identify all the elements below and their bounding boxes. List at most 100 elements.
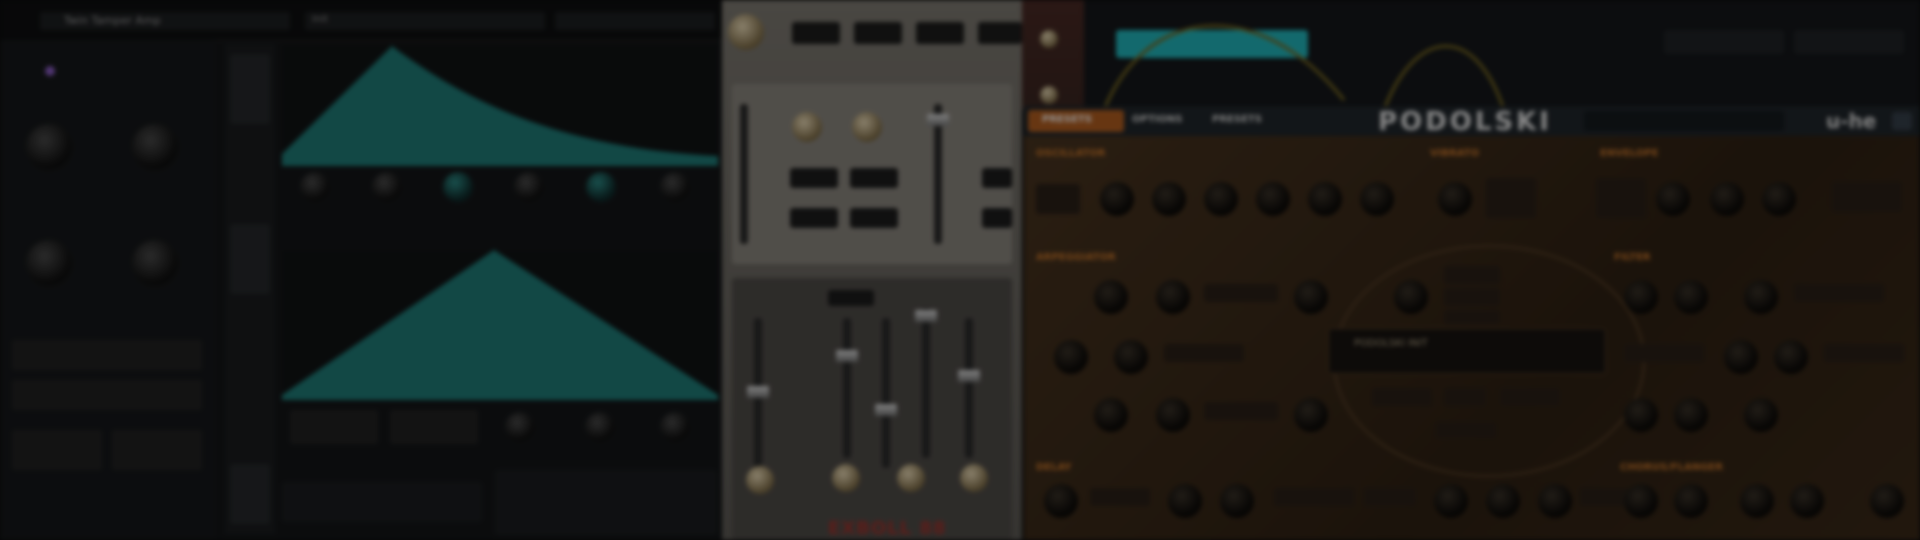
env-knob-3[interactable] [443,172,473,202]
delay-field-1[interactable] [1090,488,1150,506]
osc-knob-5[interactable] [1308,182,1342,216]
side-slider-2[interactable] [230,224,270,294]
env-mode-box[interactable] [1596,178,1646,218]
bottom-fader-2[interactable] [843,318,851,458]
arp-knob-1[interactable] [1094,280,1128,314]
env-field-2[interactable] [390,410,478,444]
bottom-knob-1[interactable] [746,466,774,494]
channel-button-4[interactable] [850,208,898,228]
side-slider-1[interactable] [230,54,270,124]
arp-field-4[interactable] [1372,388,1432,406]
delay-field-3[interactable] [1364,488,1416,506]
channel-knob-1[interactable] [792,112,822,142]
delay-field-4[interactable] [1580,488,1630,506]
delay-knob-4[interactable] [1434,484,1468,518]
arp-field-6[interactable] [1500,388,1560,406]
tab-presets-2-label[interactable]: PRESETS [1212,114,1262,125]
osc-mode-box[interactable] [1036,184,1080,214]
bottom-fader-3-cap[interactable] [875,404,897,416]
bottom-knob-2[interactable] [832,464,860,492]
arp-knob-5[interactable] [1054,340,1088,374]
channel-knob-2[interactable] [852,112,882,142]
filter-field-3[interactable] [1824,344,1904,362]
filter-knob-6[interactable] [1624,398,1658,432]
env-knob-6[interactable] [660,172,690,202]
filter-knob-5[interactable] [1774,340,1808,374]
osc-knob-6[interactable] [1360,182,1394,216]
arp-field-5[interactable] [1444,388,1486,406]
channel-button-2[interactable] [850,168,898,188]
mod-slot-2[interactable] [12,380,202,410]
arp-knob-8[interactable] [1156,398,1190,432]
chorus-knob-2[interactable] [1674,484,1708,518]
mixer-button-3[interactable] [916,22,964,44]
chorus-knob-5[interactable] [1870,484,1904,518]
preset-selector[interactable] [305,12,545,30]
mod-slot-3[interactable] [12,430,102,470]
arp-knob-6[interactable] [1114,340,1148,374]
filter-knob-7[interactable] [1674,398,1708,432]
bottom-fader-5[interactable] [965,318,973,458]
preset-browser-field[interactable] [1584,111,1784,131]
arp-knob-3[interactable] [1294,280,1328,314]
arp-step-2[interactable] [1444,288,1500,306]
env-field-1[interactable] [290,410,378,444]
arp-knob-2[interactable] [1156,280,1190,314]
arp-step-3[interactable] [1444,310,1500,324]
bottom-fader-1-cap[interactable] [747,386,769,398]
envelope-graph-2[interactable] [282,250,718,400]
delay-knob-1[interactable] [1044,484,1078,518]
osc-knob-1[interactable] [1100,182,1134,216]
knob-3[interactable] [26,240,72,286]
env-knob-1[interactable] [300,172,330,202]
chorus-knob-3[interactable] [1740,484,1774,518]
knob-1[interactable] [26,124,72,170]
channel-fader-1[interactable] [740,104,748,244]
bottom-bar-right[interactable] [495,470,717,535]
filter-knob-2[interactable] [1674,280,1708,314]
knob-4[interactable] [132,240,178,286]
filter-knob-8[interactable] [1744,398,1778,432]
delay-field-2[interactable] [1274,488,1354,506]
osc-knob-4[interactable] [1256,182,1290,216]
env-knob-9[interactable] [660,412,690,442]
bottom-fader-1[interactable] [754,318,762,488]
channel-button-3[interactable] [790,208,838,228]
arp-field-2[interactable] [1164,344,1244,362]
channel-button-1[interactable] [790,168,838,188]
mixer-button-4[interactable] [978,22,1022,44]
env-extra-box[interactable] [1832,182,1902,212]
mod-slot-4[interactable] [112,430,202,470]
delay-knob-6[interactable] [1538,484,1572,518]
filter-knob-1[interactable] [1624,280,1658,314]
env-knob-a[interactable] [1656,182,1690,216]
arp-knob-9[interactable] [1294,398,1328,432]
filter-field-2[interactable] [1624,344,1704,362]
env-knob-c[interactable] [1762,182,1796,216]
arp-field-3[interactable] [1204,402,1278,420]
arp-knob-4[interactable] [1394,280,1428,314]
osc-knob-3[interactable] [1204,182,1238,216]
side-strip-knob-1[interactable] [1040,30,1058,48]
chorus-knob-1[interactable] [1624,484,1658,518]
mixer-main-knob[interactable] [728,14,764,50]
envelope-graph-1[interactable] [282,44,718,166]
bottom-fader-4[interactable] [922,308,930,458]
mixer-button-1[interactable] [792,22,840,44]
delay-knob-3[interactable] [1220,484,1254,518]
bottom-fader-4-cap[interactable] [915,310,937,322]
bottom-fader-5-cap[interactable] [958,370,980,382]
bg-switch-1[interactable] [1664,30,1784,54]
bottom-knob-3[interactable] [897,464,925,492]
knob-2[interactable] [132,124,178,170]
bottom-knob-4[interactable] [960,464,988,492]
env-knob-2[interactable] [372,172,402,202]
lfo-knob-1[interactable] [1438,182,1472,216]
env-knob-5[interactable] [586,172,616,202]
env-knob-8[interactable] [585,412,615,442]
arp-field-1[interactable] [1204,284,1278,302]
env-knob-4[interactable] [514,172,544,202]
channel-button-6[interactable] [982,208,1012,228]
bottom-fader-3[interactable] [882,318,890,468]
channel-button-5[interactable] [982,168,1012,188]
